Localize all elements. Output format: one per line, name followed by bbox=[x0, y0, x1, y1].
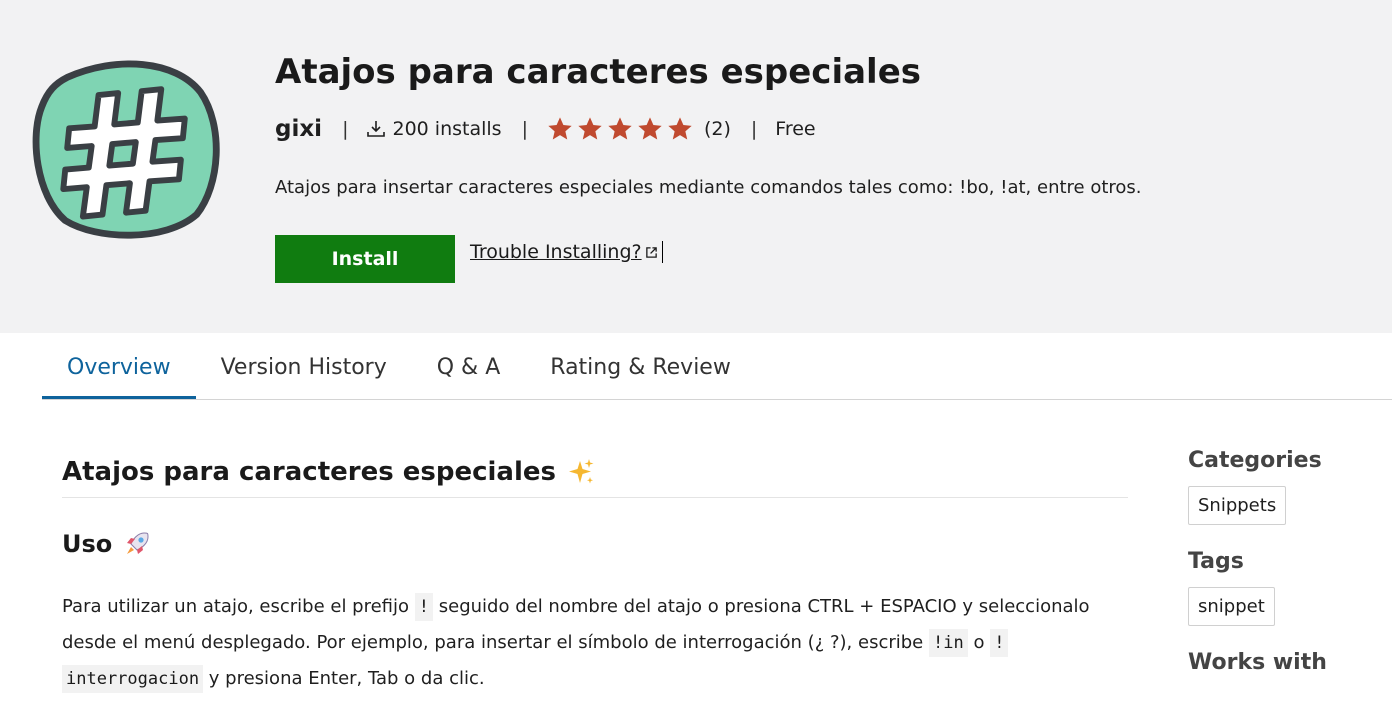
sidebar: Categories Snippets Tags snippet Works w… bbox=[1188, 448, 1392, 699]
extension-title: Atajos para caracteres especiales bbox=[275, 52, 921, 92]
star-icon bbox=[608, 117, 632, 140]
inline-code-bang: ! bbox=[990, 629, 1009, 657]
star-icon bbox=[548, 117, 572, 140]
tag-chip[interactable]: snippet bbox=[1188, 587, 1275, 626]
tab-q-and-a[interactable]: Q & A bbox=[412, 340, 526, 400]
install-count-text: 200 installs bbox=[392, 118, 502, 140]
trouble-installing-link[interactable]: Trouble Installing? bbox=[470, 241, 663, 263]
text-caret bbox=[661, 241, 663, 263]
tab-version-history[interactable]: Version History bbox=[196, 340, 412, 400]
external-link-icon bbox=[645, 246, 657, 258]
readme-heading: Atajos para caracteres especiales bbox=[62, 448, 1128, 496]
meta-separator: | bbox=[750, 118, 758, 140]
works-with-section: Works with bbox=[1188, 650, 1392, 675]
price-label: Free bbox=[775, 118, 816, 140]
usage-text-1: Para utilizar un atajo, escribe el prefi… bbox=[62, 596, 410, 617]
inline-code-in: !in bbox=[928, 629, 968, 657]
section-heading-uso: Uso bbox=[62, 529, 1128, 559]
tags-heading: Tags bbox=[1188, 549, 1244, 574]
sparkles-icon bbox=[569, 459, 594, 484]
star-icon bbox=[578, 117, 602, 140]
categories-heading: Categories bbox=[1188, 448, 1322, 473]
hash-logo-icon bbox=[32, 60, 220, 239]
inline-code-prefix: ! bbox=[414, 593, 434, 621]
usage-paragraph: Para utilizar un atajo, escribe el prefi… bbox=[62, 589, 1132, 697]
extension-description: Atajos para insertar caracteres especial… bbox=[275, 177, 1142, 198]
extension-header: Atajos para caracteres especiales gixi |… bbox=[0, 0, 1392, 333]
trouble-installing-label: Trouble Installing? bbox=[470, 241, 642, 263]
category-chip[interactable]: Snippets bbox=[1188, 486, 1287, 525]
usage-text-3: o bbox=[973, 632, 985, 653]
readme-heading-text: Atajos para caracteres especiales bbox=[62, 457, 556, 487]
section-heading-text: Uso bbox=[62, 530, 113, 558]
meta-separator: | bbox=[342, 118, 349, 140]
install-count: 200 installs bbox=[366, 118, 502, 140]
install-button[interactable]: Install bbox=[275, 235, 455, 283]
star-icon bbox=[668, 117, 692, 140]
tabs-divider bbox=[42, 399, 1392, 400]
works-with-heading: Works with bbox=[1188, 650, 1327, 675]
heading-divider bbox=[62, 497, 1128, 498]
publisher-link[interactable]: gixi bbox=[275, 116, 322, 142]
rating-count[interactable]: (2) bbox=[704, 118, 731, 140]
download-icon bbox=[367, 121, 386, 137]
readme-content: Atajos para caracteres especiales Uso Pa… bbox=[62, 448, 1128, 697]
rating-stars[interactable] bbox=[546, 115, 694, 143]
inline-code-interrogacion: interrogacion bbox=[62, 665, 204, 693]
extension-meta: gixi | 200 installs | (2) | Free bbox=[275, 112, 816, 146]
tab-overview[interactable]: Overview bbox=[42, 340, 196, 400]
tab-rating-review[interactable]: Rating & Review bbox=[525, 340, 756, 400]
star-icon bbox=[638, 117, 662, 140]
meta-separator: | bbox=[521, 118, 528, 140]
categories-section: Categories Snippets bbox=[1188, 448, 1392, 525]
rocket-icon bbox=[127, 532, 149, 554]
usage-text-4: y presiona Enter, Tab o da clic. bbox=[208, 668, 485, 689]
details-tabs: Overview Version History Q & A Rating & … bbox=[42, 340, 756, 400]
tags-section: Tags snippet bbox=[1188, 549, 1392, 626]
